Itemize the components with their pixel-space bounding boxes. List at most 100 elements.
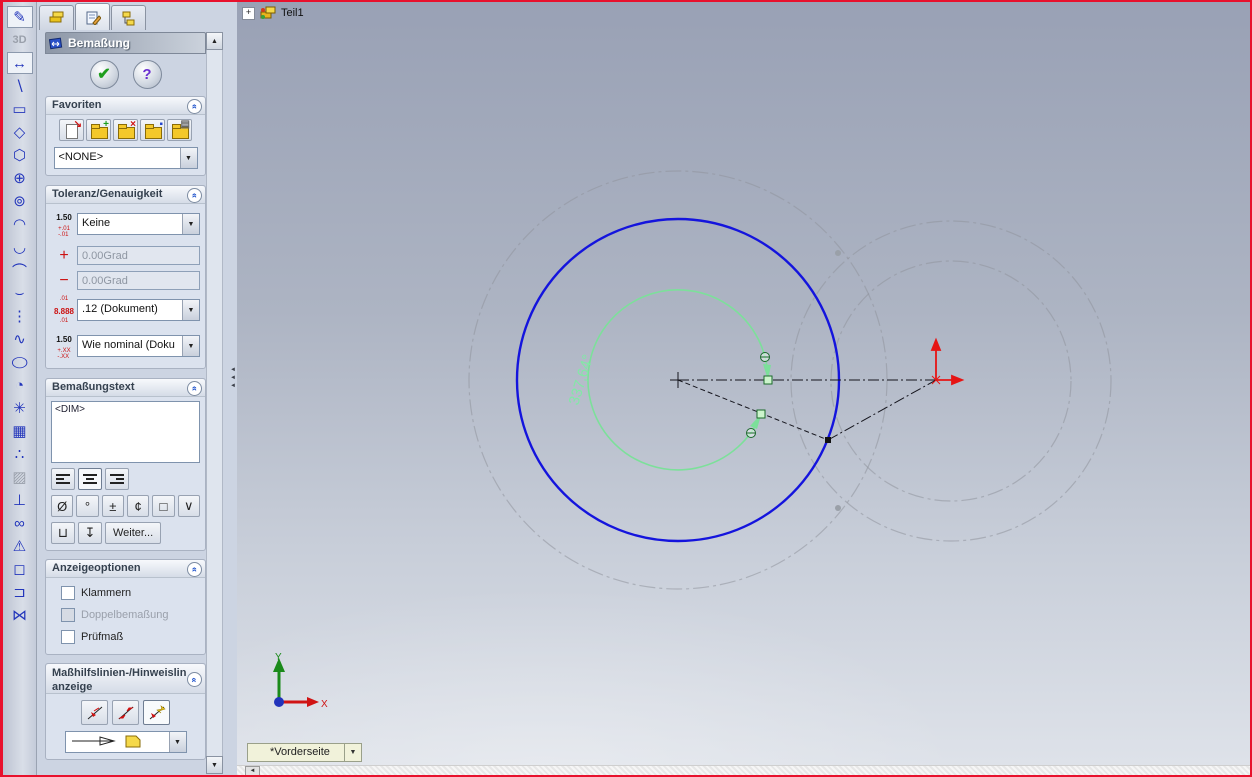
scroll-left-icon[interactable]: ◄ (245, 766, 260, 775)
apply-defaults-button[interactable]: ↘ (59, 119, 84, 141)
scroll-up-icon[interactable]: ▲ (206, 32, 223, 50)
partial-ellipse-icon[interactable]: ◔ (7, 374, 33, 396)
collapse-dimension-text-icon[interactable]: « (187, 381, 202, 396)
save-favorite-button[interactable]: ▪ (140, 119, 165, 141)
favorites-dropdown[interactable]: <NONE> ▼ (53, 147, 198, 169)
inspection-dimension-option[interactable]: Prüfmaß (61, 630, 200, 644)
graphics-viewport[interactable]: 337,64° + Teil1 Y X *Vorderseite ▼ ◄ (237, 2, 1250, 775)
counterbore-symbol-button[interactable]: ⊔ (51, 522, 75, 544)
view-dropdown-icon[interactable]: ▼ (344, 743, 362, 762)
collapse-tolerance-icon[interactable]: « (187, 188, 202, 203)
mirror-entities-icon[interactable]: ⋈ (7, 604, 33, 626)
more-symbols-button[interactable]: Weiter... (105, 522, 162, 544)
rectangle-icon[interactable]: ▭ (7, 98, 33, 120)
more-symbols-dropdown[interactable]: ∨ (177, 495, 200, 517)
triad-y-label: Y (275, 652, 282, 663)
dropdown-arrow-icon[interactable]: ▼ (182, 214, 199, 234)
angle-dimension-label[interactable]: 337,64° (566, 353, 597, 408)
panel-splitter-handle[interactable]: ◄ ◄ ◄ (230, 366, 237, 390)
manager-tabs (39, 3, 147, 30)
diameter-symbol-button[interactable]: Ø (51, 495, 74, 517)
add-favorite-button[interactable]: + (86, 119, 111, 141)
group-tolerance: Toleranz/Genauigkeit « 1.50 +.01 -.01 Kein… (45, 185, 206, 369)
tolerance-precision-icon: 1.50 +.XX -.XX (56, 335, 72, 360)
plusminus-symbol-button[interactable]: ± (101, 495, 124, 517)
add-relation-icon[interactable]: ⊥ (7, 489, 33, 511)
ok-button[interactable]: ✔ (89, 59, 119, 89)
angle-anchor-diagonal[interactable] (756, 409, 766, 419)
part-name[interactable]: Teil1 (281, 7, 304, 19)
display-relations-icon[interactable]: ∞ (7, 512, 33, 534)
leader-style-dropdown[interactable]: ▼ (64, 731, 187, 753)
parentheses-option[interactable]: Klammern (61, 586, 200, 600)
construction-point-top[interactable] (835, 250, 841, 256)
point-icon[interactable]: ✳ (7, 397, 33, 419)
scroll-down-icon[interactable]: ▼ (206, 756, 223, 774)
dropdown-arrow-icon[interactable]: ▼ (179, 148, 197, 168)
collapse-witness-icon[interactable]: « (187, 672, 202, 687)
construction-circle-right-inner[interactable] (830, 260, 1072, 502)
perimeter-circle-icon[interactable]: ⊚ (7, 190, 33, 212)
spline-icon[interactable]: ∿ (7, 328, 33, 350)
centerline-diagonal-right[interactable] (827, 379, 937, 441)
convert-entities-icon[interactable]: ◻ (7, 558, 33, 580)
arrows-outside-button[interactable] (81, 700, 108, 725)
circle-icon[interactable]: ⊕ (7, 167, 33, 189)
smart-arrows-button[interactable] (143, 700, 170, 725)
dropdown-arrow-icon[interactable]: ▼ (182, 300, 199, 320)
angle-anchor-horizontal[interactable] (763, 375, 773, 385)
sketch-3d-icon: 3D (12, 34, 27, 46)
display-options-header: Anzeigeoptionen (52, 562, 141, 574)
dimension-text-area[interactable]: <DIM> (51, 401, 200, 463)
square-symbol-button[interactable]: □ (152, 495, 175, 517)
collapse-display-options-icon[interactable]: « (187, 562, 202, 577)
sketch-point[interactable] (825, 437, 831, 443)
degree-symbol-button[interactable]: ° (76, 495, 99, 517)
dropdown-arrow-icon[interactable]: ▼ (182, 336, 199, 356)
arrows-inside-button[interactable] (112, 700, 139, 725)
tab-configurationmanager[interactable] (111, 5, 146, 30)
tangent-arc-icon[interactable]: ◡ (7, 236, 33, 258)
view-orientation-tab[interactable]: *Vorderseite ▼ (247, 743, 362, 762)
circular-pattern-icon[interactable]: ∴ (7, 443, 33, 465)
depth-symbol-button[interactable]: ↧ (78, 522, 102, 544)
offset-entities-icon[interactable]: ⊐ (7, 581, 33, 603)
delete-favorite-button[interactable]: × (113, 119, 138, 141)
align-center-button[interactable] (78, 468, 102, 490)
construction-point-bottom[interactable] (835, 505, 841, 511)
sketch-icon[interactable]: ✎ (6, 6, 33, 28)
collapse-favorites-icon[interactable]: « (187, 99, 202, 114)
fillet-icon[interactable]: ⌣ (7, 282, 33, 304)
tab-propertymanager[interactable] (75, 3, 110, 30)
align-center-icon (83, 474, 97, 484)
check-sketch-icon[interactable]: ⚠ (7, 535, 33, 557)
load-favorite-button[interactable]: ▤ (167, 119, 192, 141)
tolerance-precision-dropdown[interactable]: Wie nominal (Doku ▼ (77, 335, 200, 357)
panel-scrollbar[interactable]: ▲ ▼ (206, 32, 223, 774)
ellipse-icon[interactable]: ◯ (7, 354, 33, 370)
polygon-icon[interactable]: ⬡ (7, 144, 33, 166)
centerpoint-arc-icon[interactable]: ◠ (7, 213, 33, 235)
centerline-symbol-button[interactable]: ¢ (126, 495, 150, 517)
centerline-icon[interactable]: ⋮ (7, 305, 33, 327)
scrollbar-track[interactable] (206, 50, 223, 756)
parallelogram-icon[interactable]: ◇ (7, 121, 33, 143)
linear-pattern-icon[interactable]: ▦ (7, 420, 33, 442)
precision-dropdown[interactable]: .12 (Dokument) ▼ (77, 299, 200, 321)
sketch-canvas[interactable]: 337,64° (237, 2, 1250, 775)
tolerance-type-dropdown[interactable]: Keine ▼ (77, 213, 200, 235)
smart-dimension-icon[interactable]: ↔ (6, 52, 33, 74)
tree-expand-icon[interactable]: + (242, 6, 255, 20)
tab-featuremanager[interactable] (39, 5, 74, 30)
dropdown-arrow-icon[interactable]: ▼ (168, 732, 186, 752)
line-icon[interactable]: ∖ (7, 75, 33, 97)
align-right-button[interactable] (105, 468, 129, 490)
view-name[interactable]: *Vorderseite (247, 743, 345, 762)
parentheses-checkbox[interactable] (61, 586, 75, 600)
three-point-arc-icon[interactable]: ⌒ (7, 259, 33, 281)
primary-precision-icon: .01 8.888.01 (53, 296, 75, 324)
help-button[interactable]: ? (132, 59, 162, 89)
sketch-origin[interactable] (930, 337, 965, 386)
align-left-button[interactable] (51, 468, 75, 490)
inspection-checkbox[interactable] (61, 630, 75, 644)
